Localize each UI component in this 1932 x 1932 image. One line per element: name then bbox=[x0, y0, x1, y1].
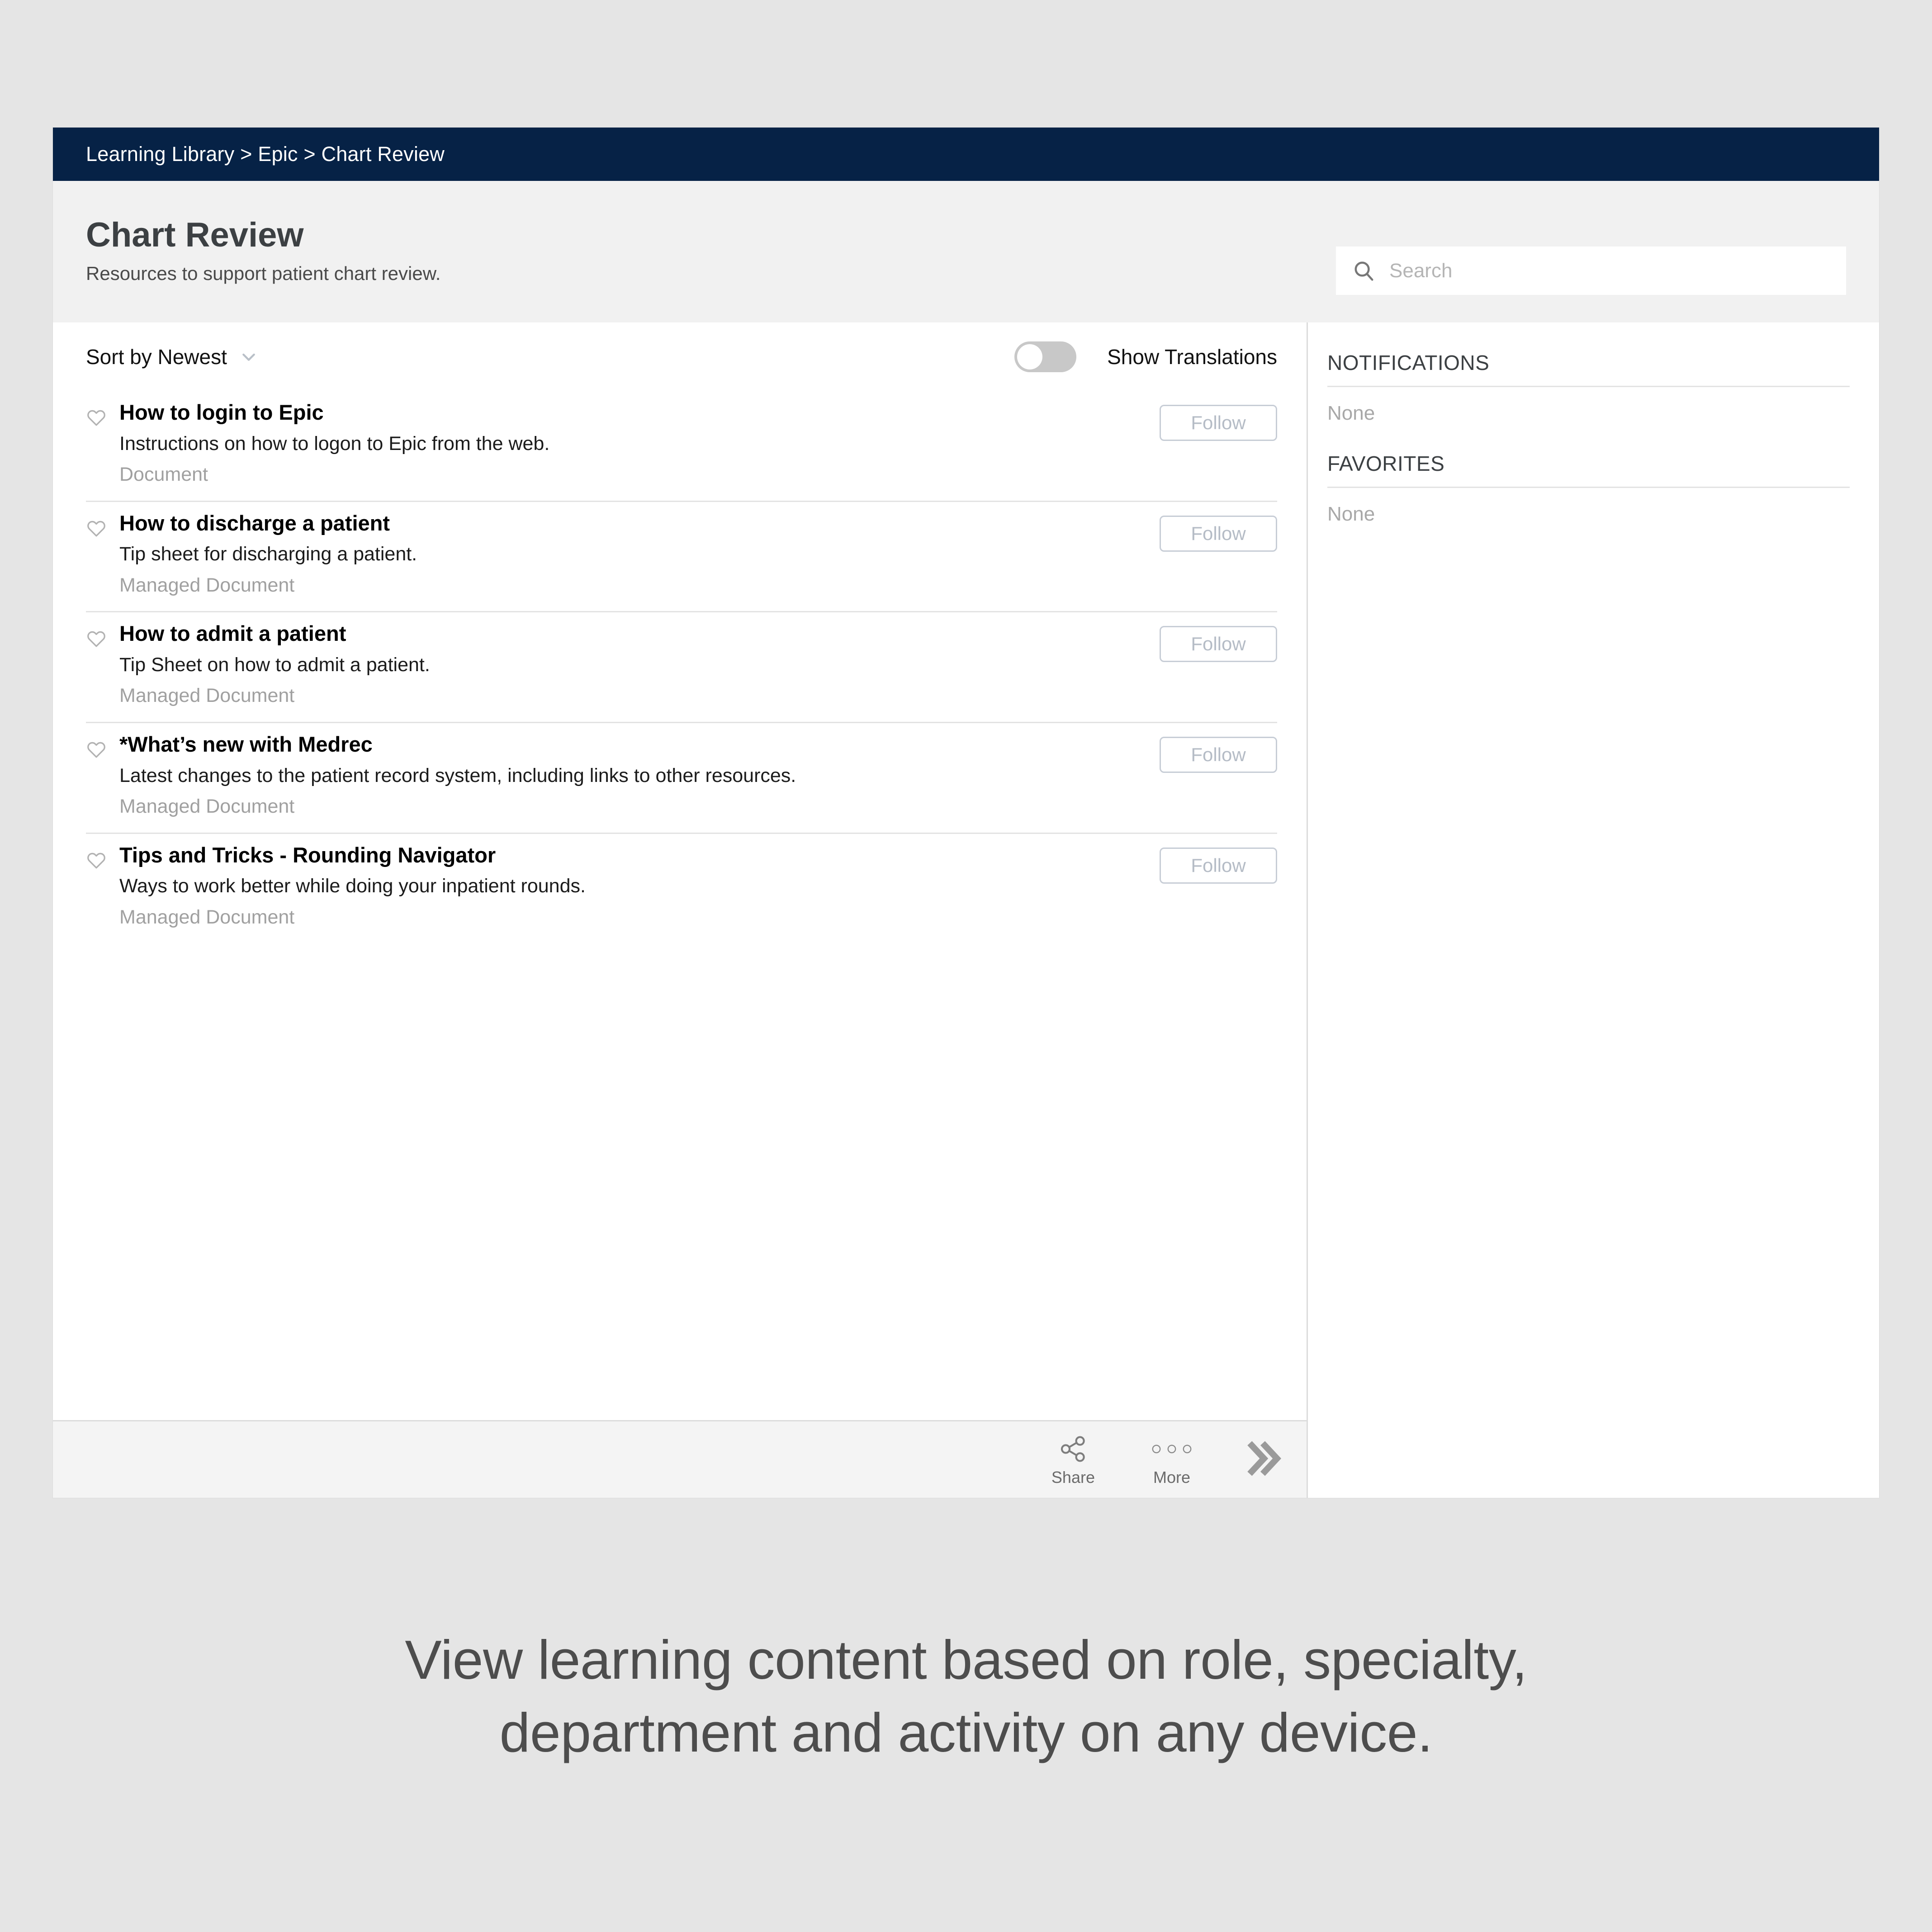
show-translations-label: Show Translations bbox=[1107, 345, 1277, 369]
resource-type: Managed Document bbox=[119, 796, 295, 818]
sort-dropdown[interactable]: Sort by Newest bbox=[86, 345, 258, 369]
search-input[interactable] bbox=[1389, 257, 1796, 284]
resource-text: *What’s new with Medrec Latest changes t… bbox=[119, 733, 1160, 817]
resource-description: Tip sheet for discharging a patient. bbox=[119, 543, 417, 565]
resource-text: Tips and Tricks - Rounding Navigator Way… bbox=[119, 843, 1160, 928]
follow-button[interactable]: Follow bbox=[1160, 405, 1277, 441]
table-row[interactable]: *What’s new with Medrec Latest changes t… bbox=[86, 723, 1277, 834]
caption: View learning content based on role, spe… bbox=[0, 1624, 1932, 1769]
caption-line-1: View learning content based on role, spe… bbox=[405, 1629, 1527, 1690]
sort-dropdown-label: Sort by Newest bbox=[86, 345, 227, 369]
expand-panel-button[interactable] bbox=[1241, 1438, 1283, 1482]
divider bbox=[1327, 386, 1850, 387]
page-title: Chart Review bbox=[86, 216, 304, 254]
breadcrumb-bar: Learning Library > Epic > Chart Review bbox=[53, 128, 1879, 181]
search-icon bbox=[1354, 261, 1373, 281]
resource-text: How to login to Epic Instructions on how… bbox=[119, 401, 1160, 485]
three-circles-icon bbox=[1149, 1434, 1194, 1464]
share-nodes-icon bbox=[1058, 1434, 1088, 1464]
table-row[interactable]: How to discharge a patient Tip sheet for… bbox=[86, 502, 1277, 613]
follow-button[interactable]: Follow bbox=[1160, 847, 1277, 884]
share-button[interactable]: Share bbox=[1051, 1434, 1095, 1486]
table-row[interactable]: Tips and Tricks - Rounding Navigator Way… bbox=[86, 834, 1277, 943]
heart-outline-icon[interactable] bbox=[86, 850, 107, 871]
share-label: Share bbox=[1051, 1468, 1095, 1487]
resource-description: Latest changes to the patient record sys… bbox=[119, 764, 796, 786]
list-toolbar: Sort by Newest Show Translations bbox=[53, 322, 1307, 391]
follow-button[interactable]: Follow bbox=[1160, 515, 1277, 552]
more-button[interactable]: More bbox=[1149, 1434, 1194, 1486]
heart-outline-icon[interactable] bbox=[86, 629, 107, 649]
app-window: Learning Library > Epic > Chart Review C… bbox=[53, 128, 1879, 1498]
notifications-section: NOTIFICATIONS None bbox=[1327, 352, 1850, 423]
more-label: More bbox=[1153, 1468, 1191, 1487]
page-header: Chart Review Resources to support patien… bbox=[53, 181, 1879, 322]
caption-line-2: department and activity on any device. bbox=[499, 1702, 1433, 1764]
resource-type: Managed Document bbox=[119, 685, 295, 707]
divider bbox=[1327, 487, 1850, 488]
resource-description: Ways to work better while doing your inp… bbox=[119, 875, 586, 897]
favorites-heading: FAVORITES bbox=[1327, 452, 1445, 475]
resource-type: Managed Document bbox=[119, 574, 295, 596]
heart-outline-icon[interactable] bbox=[86, 407, 107, 428]
page-subtitle: Resources to support patient chart revie… bbox=[86, 263, 441, 284]
resource-description: Tip Sheet on how to admit a patient. bbox=[119, 654, 430, 676]
notifications-empty-text: None bbox=[1327, 402, 1375, 424]
resource-list: How to login to Epic Instructions on how… bbox=[53, 391, 1307, 1420]
resource-text: How to discharge a patient Tip sheet for… bbox=[119, 511, 1160, 596]
resource-text: How to admit a patient Tip Sheet on how … bbox=[119, 622, 1160, 706]
double-chevron-right-icon bbox=[1241, 1438, 1283, 1482]
heart-outline-icon[interactable] bbox=[86, 518, 107, 539]
resource-title[interactable]: How to admit a patient bbox=[119, 622, 1160, 645]
action-bar: Share More bbox=[53, 1420, 1307, 1498]
notifications-heading: NOTIFICATIONS bbox=[1327, 351, 1490, 374]
follow-button[interactable]: Follow bbox=[1160, 626, 1277, 663]
right-rail: NOTIFICATIONS None FAVORITES None bbox=[1308, 322, 1879, 1498]
table-row[interactable]: How to admit a patient Tip Sheet on how … bbox=[86, 612, 1277, 723]
resource-type: Document bbox=[119, 464, 208, 486]
search-box[interactable] bbox=[1336, 246, 1846, 295]
content-column: Sort by Newest Show Translations How to … bbox=[53, 322, 1307, 1498]
header-titles: Chart Review Resources to support patien… bbox=[86, 218, 440, 283]
show-translations-toggle[interactable] bbox=[1014, 341, 1077, 372]
resource-title[interactable]: *What’s new with Medrec bbox=[119, 733, 1160, 756]
resource-description: Instructions on how to logon to Epic fro… bbox=[119, 432, 550, 455]
heart-outline-icon[interactable] bbox=[86, 739, 107, 760]
translations-control: Show Translations bbox=[1014, 341, 1277, 372]
favorites-section: FAVORITES None bbox=[1327, 453, 1850, 524]
breadcrumb[interactable]: Learning Library > Epic > Chart Review bbox=[86, 142, 445, 166]
resource-title[interactable]: How to discharge a patient bbox=[119, 511, 1160, 535]
body-area: Sort by Newest Show Translations How to … bbox=[53, 322, 1879, 1498]
resource-title[interactable]: Tips and Tricks - Rounding Navigator bbox=[119, 843, 1160, 867]
chevron-down-icon bbox=[242, 353, 255, 361]
toggle-knob bbox=[1017, 344, 1043, 369]
resource-type: Managed Document bbox=[119, 906, 295, 928]
favorites-empty-text: None bbox=[1327, 503, 1375, 525]
follow-button[interactable]: Follow bbox=[1160, 736, 1277, 773]
table-row[interactable]: How to login to Epic Instructions on how… bbox=[86, 391, 1277, 502]
resource-title[interactable]: How to login to Epic bbox=[119, 401, 1160, 424]
